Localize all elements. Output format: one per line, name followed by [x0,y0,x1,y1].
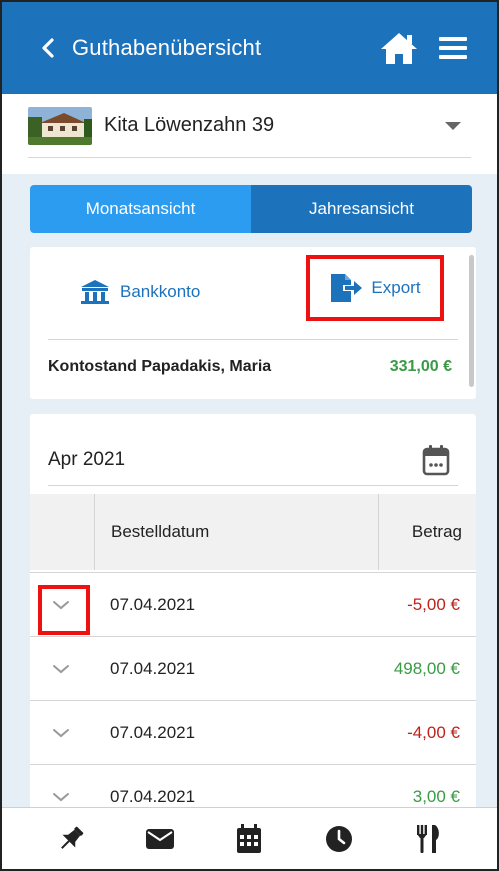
app-frame: Guthabenübersicht Kita Löwenzahn 39 Mona… [0,0,499,871]
bottom-navigation [2,807,497,869]
balance-label: Kontostand Papadakis, Maria [48,358,272,375]
envelope-icon [146,828,175,849]
tab-jahresansicht[interactable]: Jahresansicht [251,185,472,233]
chevron-down-icon [53,600,69,609]
file-export-icon [329,272,363,304]
home-icon [381,33,417,64]
expand-row-button[interactable] [30,701,92,765]
facility-selector-area: Kita Löwenzahn 39 [2,94,497,174]
row-date: 07.04.2021 [110,594,196,614]
pin-icon [60,826,84,849]
column-header-date[interactable]: Bestelldatum [95,494,379,570]
nav-menu-button[interactable] [404,815,452,863]
calendar-icon [422,444,450,475]
expand-row-button[interactable] [30,637,92,701]
export-label: Export [371,278,421,297]
bank-account-button[interactable]: Bankkonto [80,277,200,307]
nav-history-button[interactable] [315,815,363,863]
bank-icon [80,279,110,305]
table-row[interactable]: 07.04.2021 -4,00 € [30,700,476,764]
row-amount: -5,00 € [407,594,460,614]
facility-thumbnail [28,106,92,145]
chevron-left-icon [42,38,54,58]
month-label: Apr 2021 [48,448,126,470]
month-selector: Apr 2021 [48,434,458,486]
nav-calendar-button[interactable] [225,815,273,863]
tab-monatsansicht[interactable]: Monatsansicht [30,185,251,233]
row-date: 07.04.2021 [110,786,196,806]
hamburger-menu-icon [439,37,467,59]
header-spacer [30,494,95,570]
row-amount: 3,00 € [412,786,460,806]
row-date: 07.04.2021 [110,658,196,678]
cutlery-icon [417,824,440,853]
row-amount: 498,00 € [393,658,460,678]
app-header: Guthabenübersicht [2,2,497,94]
expand-row-button[interactable] [30,573,92,637]
caret-down-icon [445,121,461,130]
nav-pin-button[interactable] [47,815,95,863]
chevron-down-icon [53,792,69,801]
table-row[interactable]: 07.04.2021 498,00 € [30,636,476,700]
facility-selector[interactable]: Kita Löwenzahn 39 [28,94,471,158]
account-card: Bankkonto Export Kontostand Papadakis, M… [30,247,476,399]
calendar-button[interactable] [420,442,452,478]
view-toggle: Monatsansicht Jahresansicht [30,185,472,233]
back-button[interactable] [26,26,70,70]
table-row[interactable]: 07.04.2021 -5,00 € [30,572,476,636]
row-date: 07.04.2021 [110,722,196,742]
home-button[interactable] [377,26,421,70]
menu-button[interactable] [431,26,475,70]
export-button[interactable]: Export [306,255,444,321]
divider [48,339,458,340]
calendar-icon [237,823,262,853]
transactions-card: Apr 2021 Bestelldatum Betrag 07.04.2021 … [30,414,476,824]
clock-icon [325,825,352,852]
scrollbar[interactable] [469,255,474,387]
balance-value: 331,00 € [389,358,452,375]
chevron-down-icon [53,728,69,737]
table-header: Bestelldatum Betrag [30,494,476,570]
chevron-down-icon [53,664,69,673]
bank-account-label: Bankkonto [120,282,201,301]
facility-name: Kita Löwenzahn 39 [104,114,275,136]
page-title: Guthabenübersicht [72,35,262,60]
row-amount: -4,00 € [407,722,460,742]
nav-messages-button[interactable] [136,815,184,863]
column-header-amount[interactable]: Betrag [379,494,476,570]
